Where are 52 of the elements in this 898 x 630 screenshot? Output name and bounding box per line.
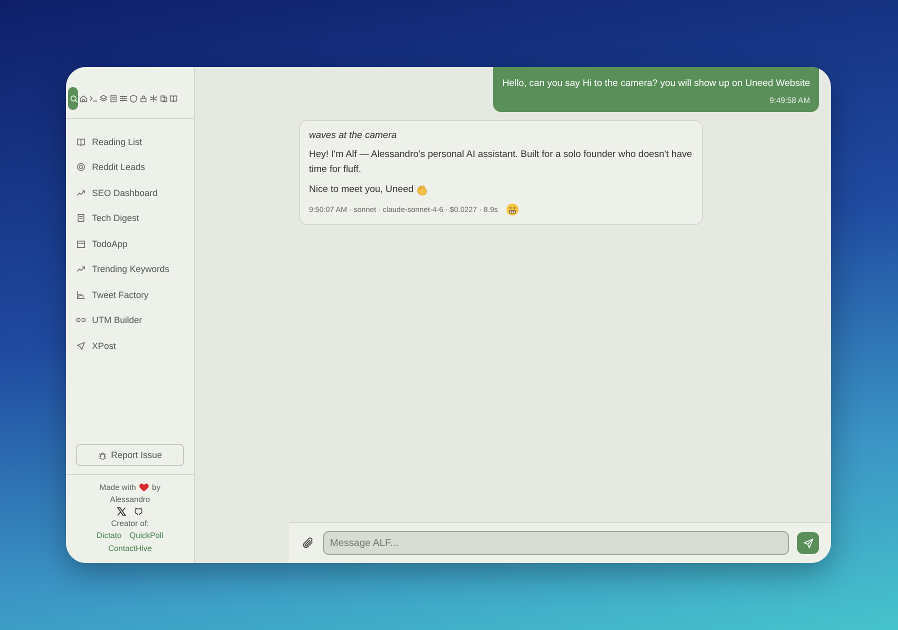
message-text: Hey! I'm Alf — Alessandro's personal AI assistant. Built for a solo founder who doesn't have time for fluff.: [309, 148, 693, 178]
creator-label: Creator of:: [111, 519, 149, 528]
item-icon: [76, 188, 86, 198]
message-text: Hello, can you say Hi to the camera? you will show up on Uneed Website: [502, 78, 810, 89]
tab-icon: [88, 94, 98, 103]
project-link[interactable]: ContactHive: [108, 544, 152, 553]
project-link[interactable]: QuickPoll: [130, 531, 164, 540]
send-icon: [802, 538, 814, 548]
sidebar-item[interactable]: SEO Dashboard: [76, 180, 184, 206]
item-icon: [76, 340, 86, 351]
attach-icon[interactable]: [301, 536, 315, 550]
item-icon: [76, 213, 86, 224]
sidebar-item[interactable]: Trending Keywords: [76, 256, 184, 282]
item-icon: [76, 162, 86, 172]
sidebar-item[interactable]: TodoApp: [76, 231, 184, 256]
item-icon: [76, 264, 86, 274]
tab-icon: [138, 94, 148, 103]
sidebar-item[interactable]: Tech Digest: [76, 206, 184, 231]
grimacing-emoji-icon[interactable]: [506, 202, 519, 216]
heart-icon: [139, 483, 149, 492]
project-link[interactable]: Dictato: [96, 531, 122, 540]
message-input[interactable]: Message ALF...: [323, 531, 789, 555]
tab-icon: [108, 94, 118, 103]
tab-icon: [98, 94, 108, 103]
sidebar-item[interactable]: UTM Builder: [76, 308, 184, 333]
sidebar-item[interactable]: Tweet Factory: [76, 282, 184, 308]
item-icon: [76, 238, 86, 249]
send-button[interactable]: [797, 532, 819, 554]
sidebar-item[interactable]: Reading List: [76, 129, 184, 154]
toolbar-tab[interactable]: [68, 87, 78, 110]
x-logo-icon[interactable]: [117, 507, 126, 516]
sidebar-item[interactable]: XPost: [76, 333, 184, 358]
bug-icon: [98, 450, 107, 460]
tab-icon: [78, 94, 88, 103]
footer-text: Made with: [100, 483, 136, 492]
tab-icon: [158, 94, 168, 103]
item-icon: [76, 136, 86, 147]
report-issue-button[interactable]: Report Issue: [76, 444, 184, 466]
sidebar-item[interactable]: Reddit Leads: [76, 154, 184, 180]
waving-hand-icon: [416, 184, 428, 196]
github-icon[interactable]: [134, 507, 143, 516]
author-name: Alessandro: [110, 495, 150, 504]
tab-icon: [168, 94, 178, 103]
tab-icon: [148, 94, 158, 103]
message-time: 9:49:58 AM: [768, 96, 810, 105]
footer-text: by: [152, 483, 160, 492]
tab-icon: [68, 94, 78, 103]
tab-icon: [118, 94, 128, 103]
action-text: waves at the camera: [309, 130, 398, 141]
message-text: Nice to meet you, Uneed: [309, 182, 693, 198]
item-icon: [76, 290, 86, 300]
tab-icon: [128, 94, 138, 103]
